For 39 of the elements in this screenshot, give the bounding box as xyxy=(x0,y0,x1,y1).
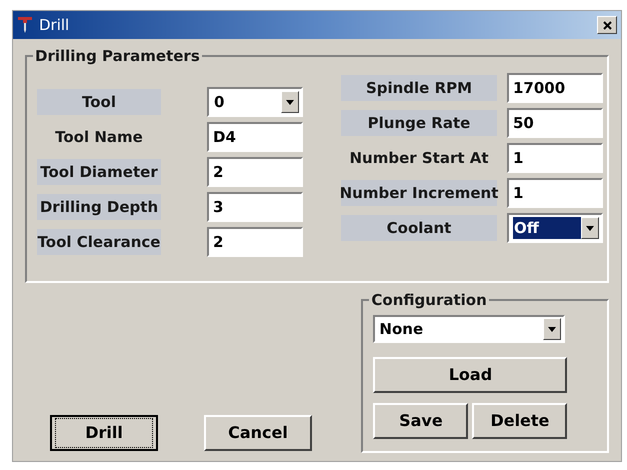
push-button[interactable]: Save xyxy=(373,403,468,439)
input-field[interactable]: 17000 xyxy=(507,73,603,103)
input-field[interactable]: 2 xyxy=(207,227,303,257)
input-field[interactable]: 2 xyxy=(207,157,303,187)
dropdown-button[interactable] xyxy=(281,91,299,113)
input-field[interactable]: 1 xyxy=(507,178,603,208)
field-label: Number Increment xyxy=(341,180,497,206)
field-value: None xyxy=(379,318,424,340)
dropdown-button[interactable] xyxy=(581,217,599,239)
field-label: Coolant xyxy=(341,215,497,241)
field-label: Tool Clearance xyxy=(37,229,161,255)
window-title: Drill xyxy=(39,14,70,36)
push-button[interactable]: Load xyxy=(373,357,568,393)
field-label: Plunge Rate xyxy=(341,110,497,136)
dropdown-field[interactable]: 0 xyxy=(207,87,303,117)
input-field[interactable]: 3 xyxy=(207,192,303,222)
caret-icon xyxy=(286,100,294,104)
caret-icon xyxy=(586,226,594,230)
dropdown-field[interactable]: Off xyxy=(507,213,603,243)
drill-icon xyxy=(17,16,33,34)
dropdown-field[interactable]: None xyxy=(373,315,566,343)
field-value: Off xyxy=(513,216,581,240)
push-button[interactable]: Drill xyxy=(50,415,158,451)
push-button[interactable]: Delete xyxy=(472,403,568,439)
field-label: Tool Diameter xyxy=(37,159,161,185)
field-label: Tool xyxy=(37,89,161,115)
input-field[interactable]: 1 xyxy=(507,143,603,173)
field-label: Spindle RPM xyxy=(341,75,497,101)
dropdown-button[interactable] xyxy=(543,318,562,340)
field-label: Number Start At xyxy=(348,148,490,169)
input-field[interactable]: D4 xyxy=(207,122,303,152)
input-field[interactable]: 50 xyxy=(507,108,603,138)
push-button[interactable]: Cancel xyxy=(204,415,312,451)
caret-icon xyxy=(548,326,556,332)
close-button[interactable] xyxy=(597,16,617,34)
field-value: 0 xyxy=(213,92,226,113)
field-label: Tool Name xyxy=(54,126,144,148)
field-label: Drilling Depth xyxy=(37,194,161,220)
close-icon xyxy=(602,20,612,30)
